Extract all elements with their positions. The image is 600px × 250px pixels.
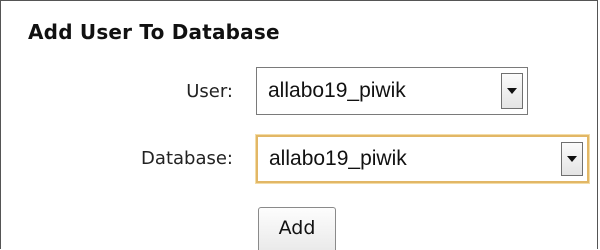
- user-select-dropdown-button[interactable]: [501, 73, 523, 109]
- chevron-down-icon: [507, 88, 517, 94]
- database-select[interactable]: allabo19_piwik: [256, 135, 589, 183]
- database-label: Database:: [141, 148, 233, 169]
- user-select-value: allabo19_piwik: [268, 79, 406, 102]
- add-button[interactable]: Add: [258, 207, 336, 250]
- database-select-dropdown-button[interactable]: [561, 142, 583, 176]
- add-user-to-database-panel: Add User To Database User: allabo19_piwi…: [0, 0, 598, 250]
- user-label: User:: [186, 81, 233, 102]
- form-title: Add User To Database: [28, 20, 280, 44]
- chevron-down-icon: [567, 156, 577, 162]
- user-select[interactable]: allabo19_piwik: [256, 67, 528, 115]
- database-select-value: allabo19_piwik: [269, 147, 407, 170]
